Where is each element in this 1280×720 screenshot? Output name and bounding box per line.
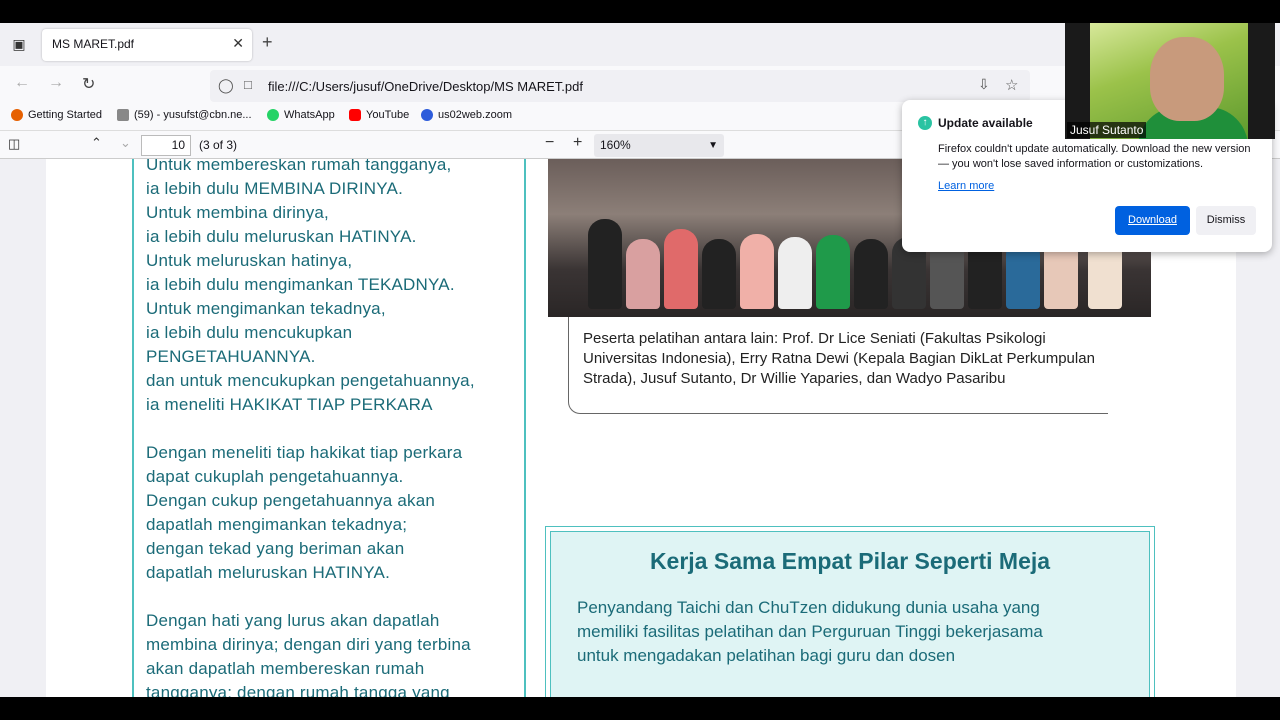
zoom-select[interactable]: 160% ▼ bbox=[594, 134, 724, 157]
popup-title: Update available bbox=[938, 116, 1033, 130]
tab-title: MS MARET.pdf bbox=[52, 37, 135, 51]
info-box: Kerja Sama Empat Pilar Seperti Meja Peny… bbox=[545, 526, 1155, 697]
youtube-icon bbox=[349, 109, 361, 121]
zoom-value: 160% bbox=[600, 138, 631, 152]
participant-name: Jusuf Sutanto bbox=[1067, 122, 1147, 138]
back-icon[interactable]: ← bbox=[14, 74, 30, 92]
next-page-icon[interactable]: ⌄ bbox=[120, 135, 131, 151]
bookmark-youtube[interactable]: YouTube bbox=[349, 109, 409, 121]
photo-caption: Peserta pelatihan antara lain: Prof. Dr … bbox=[568, 317, 1108, 414]
list-all-tabs-icon[interactable]: ▣ bbox=[8, 33, 30, 55]
bookmark-mail[interactable]: (59) - yusufst@cbn.ne... bbox=[117, 109, 252, 121]
page-number-input[interactable]: 10 bbox=[141, 135, 191, 156]
reload-icon[interactable]: ↻ bbox=[82, 74, 95, 94]
bookmark-zoom[interactable]: us02web.zoom bbox=[421, 109, 512, 121]
poem-line: tangganya; dengan rumah tangga yang bbox=[146, 683, 450, 697]
bookmark-getting-started[interactable]: Getting Started bbox=[11, 109, 102, 121]
bookmark-label: WhatsApp bbox=[284, 109, 335, 121]
video-thumbnail[interactable]: Jusuf Sutanto bbox=[1065, 23, 1275, 139]
popup-message: Firefox couldn't update automatically. D… bbox=[938, 143, 1251, 170]
poem-line: PENGETAHUANNYA. bbox=[146, 347, 316, 366]
poem-line: dengan tekad yang beriman akan bbox=[146, 539, 405, 558]
poem-column: Untuk membereskan rumah tangganya, ia leb… bbox=[132, 159, 526, 697]
info-box-line: memiliki fasilitas pelatihan dan Perguru… bbox=[577, 622, 1043, 641]
poem-line: dapat cukuplah pengetahuannya. bbox=[146, 467, 404, 486]
learn-more-link[interactable]: Learn more bbox=[938, 180, 994, 192]
bookmark-whatsapp[interactable]: WhatsApp bbox=[267, 109, 335, 121]
info-box-line: Taichi melatih SIKAP dan KETRAMPILAN unt… bbox=[577, 694, 1033, 697]
caption-text: Peserta pelatihan antara lain: Prof. Dr … bbox=[583, 330, 1095, 387]
close-icon[interactable]: ✕ bbox=[232, 35, 244, 52]
update-icon: ↑ bbox=[918, 116, 932, 130]
poem-line: Untuk membina dirinya, bbox=[146, 203, 329, 222]
zoom-icon bbox=[421, 109, 433, 121]
info-box-line: Penyandang Taichi dan ChuTzen didukung d… bbox=[577, 598, 1040, 617]
poem-line: dan untuk mencukupkan pengetahuannya, bbox=[146, 371, 475, 390]
poem-line: ia lebih dulu meluruskan HATINYA. bbox=[146, 227, 417, 246]
bookmark-label: (59) - yusufst@cbn.ne... bbox=[134, 109, 252, 121]
bookmark-star-icon[interactable]: ☆ bbox=[1005, 76, 1018, 94]
poem-line: Untuk membereskan rumah tangganya, bbox=[146, 159, 452, 174]
video-person-face bbox=[1150, 37, 1224, 121]
poem-line: ia lebih dulu MEMBINA DIRINYA. bbox=[146, 179, 403, 198]
page-icon: □ bbox=[244, 77, 252, 92]
chevron-down-icon: ▼ bbox=[708, 140, 718, 151]
poem-line: Untuk meluruskan hatinya, bbox=[146, 251, 353, 270]
whatsapp-icon bbox=[267, 109, 279, 121]
poem-line: Dengan cukup pengetahuannya akan bbox=[146, 491, 436, 510]
previous-page-icon[interactable]: ⌃ bbox=[91, 135, 102, 151]
save-to-disk-icon[interactable]: ⇩ bbox=[978, 76, 990, 93]
poem-line: akan dapatlah membereskan rumah bbox=[146, 659, 425, 678]
poem-line: Dengan meneliti tiap hakikat tiap perkar… bbox=[146, 443, 463, 462]
shield-icon[interactable]: ◯ bbox=[218, 77, 234, 94]
bookmark-label: us02web.zoom bbox=[438, 109, 512, 121]
page-count: (3 of 3) bbox=[199, 138, 238, 152]
browser-window: ▣ MS MARET.pdf ✕ + ← → ↻ ◯ □ file:///C:/… bbox=[0, 23, 1280, 697]
dismiss-button[interactable]: Dismiss bbox=[1196, 206, 1256, 235]
url-text[interactable]: file:///C:/Users/jusuf/OneDrive/Desktop/… bbox=[268, 79, 583, 94]
firefox-icon bbox=[11, 109, 23, 121]
download-button[interactable]: Download bbox=[1115, 206, 1190, 235]
poem-line: dapatlah meluruskan HATINYA. bbox=[146, 563, 391, 582]
poem-line: ia lebih dulu mencukupkan bbox=[146, 323, 353, 342]
poem-line: Dengan hati yang lurus akan dapatlah bbox=[146, 611, 440, 630]
poem-line: ia meneliti HAKIKAT TIAP PERKARA bbox=[146, 395, 433, 414]
zoom-out-icon[interactable]: − bbox=[545, 134, 554, 152]
info-box-line: untuk mengadakan pelatihan bagi guru dan… bbox=[577, 646, 956, 665]
info-box-inner: Kerja Sama Empat Pilar Seperti Meja Peny… bbox=[550, 531, 1150, 697]
url-bar[interactable]: ◯ □ file:///C:/Users/jusuf/OneDrive/Desk… bbox=[210, 70, 1030, 102]
forward-icon[interactable]: → bbox=[48, 74, 64, 92]
info-box-title: Kerja Sama Empat Pilar Seperti Meja bbox=[649, 548, 1051, 574]
poem-line: ia lebih dulu mengimankan TEKADNYA. bbox=[146, 275, 455, 294]
new-tab-icon[interactable]: + bbox=[262, 32, 273, 53]
bookmark-label: YouTube bbox=[366, 109, 410, 121]
poem-line: membina dirinya; dengan diri yang terbin… bbox=[146, 635, 471, 654]
mail-icon bbox=[117, 109, 129, 121]
sidebar-toggle-icon[interactable]: ◫ bbox=[8, 136, 20, 152]
poem-line: Untuk mengimankan tekadnya, bbox=[146, 299, 386, 318]
tab-active[interactable]: MS MARET.pdf ✕ bbox=[42, 29, 252, 61]
bookmark-label: Getting Started bbox=[28, 109, 102, 121]
poem-line: dapatlah mengimankan tekadnya; bbox=[146, 515, 408, 534]
zoom-in-icon[interactable]: + bbox=[573, 134, 582, 152]
